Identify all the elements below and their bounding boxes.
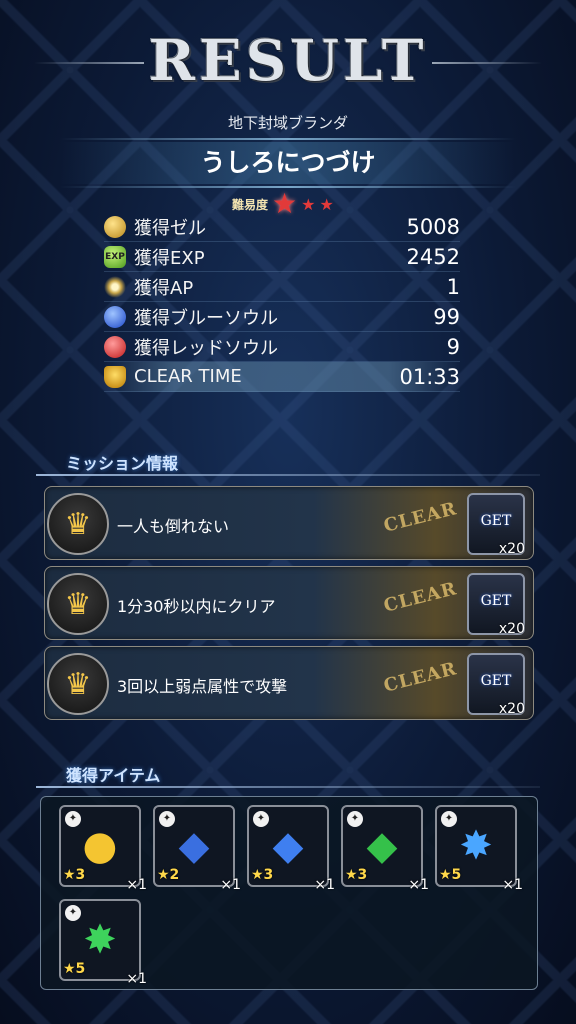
reward-value: 01:33	[399, 364, 460, 389]
item-rarity: ★3	[345, 867, 368, 883]
item-quantity: ×1	[408, 877, 429, 893]
item-slot[interactable]: ✦ ● ★3 ×1	[59, 805, 147, 893]
reward-label: 獲得ゼル	[134, 217, 206, 239]
reward-value: 1	[446, 274, 460, 299]
item-rarity: ★5	[63, 961, 86, 977]
reward-label: 獲得AP	[134, 277, 194, 299]
item-quantity: ×1	[126, 971, 147, 987]
ap-icon	[104, 275, 126, 298]
get-label: GET	[480, 673, 512, 689]
reward-row-blue-soul: 獲得ブルーソウル 99	[104, 302, 460, 332]
missions-section-line	[36, 474, 540, 476]
item-slot[interactable]: ✦ ✸ ★5 ×1	[435, 805, 523, 893]
items-panel: ✦ ● ★3 ×1 ✦ ◆ ★2 ×1 ✦ ◆ ★3 ×1 ✦ ◆ ★3 ×1 …	[40, 796, 538, 990]
item-rarity: ★5	[439, 867, 462, 883]
green-crystal-cluster-icon: ✸	[83, 917, 117, 963]
mission-reward-get-button[interactable]: GET x20	[467, 653, 525, 717]
blue-soul-icon	[104, 305, 126, 328]
item-rarity: ★2	[157, 867, 180, 883]
item-quantity: ×1	[502, 877, 523, 893]
green-crystal-icon: ◆	[366, 823, 398, 869]
quest-name: うしろにつづけ	[60, 142, 516, 184]
mission-reward-get-button[interactable]: GET x20	[467, 493, 525, 557]
items-section-line	[36, 786, 540, 788]
star-icon: ★	[319, 194, 334, 214]
mission-reward-get-button[interactable]: GET x20	[467, 573, 525, 637]
reward-value: 99	[433, 304, 460, 329]
crown-icon: ♛	[47, 573, 109, 635]
mission-text: 一人も倒れない	[117, 517, 230, 536]
reward-row-ap: 獲得AP 1	[104, 272, 460, 302]
item-slot[interactable]: ✦ ◆ ★3 ×1	[247, 805, 335, 893]
difficulty-label: 難易度	[232, 197, 269, 212]
gil-coin-icon	[104, 215, 126, 238]
reward-row-gil: 獲得ゼル 5008	[104, 212, 460, 242]
reward-count: x20	[498, 621, 525, 637]
area-name: 地下封域ブランダ	[227, 114, 348, 132]
item-slot[interactable]: ✦ ✸ ★5 ×1	[59, 899, 147, 987]
mission-card: ♛ 1分30秒以内にクリア CLEAR GET x20	[44, 566, 534, 640]
reward-label: CLEAR TIME	[134, 366, 242, 387]
mission-text: 3回以上弱点属性で攻撃	[117, 677, 288, 696]
items-section-title: 獲得アイテム	[66, 766, 161, 785]
golden-apple-icon: ●	[82, 823, 118, 869]
missions-section-title: ミッション情報	[66, 454, 179, 473]
exp-icon: EXP	[104, 245, 126, 268]
blue-crystal-icon: ◆	[272, 823, 304, 869]
crown-icon: ♛	[47, 493, 109, 555]
mission-clear-stamp: CLEAR	[381, 578, 460, 617]
blue-crystal-icon: ◆	[178, 823, 210, 869]
reward-list: 獲得ゼル 5008 EXP 獲得EXP 2452 獲得AP 1 獲得ブルーソウル…	[104, 212, 460, 392]
reward-label: 獲得ブルーソウル	[134, 307, 278, 329]
red-soul-icon	[104, 335, 126, 358]
blue-crystal-cluster-icon: ✸	[459, 823, 493, 869]
mission-text: 1分30秒以内にクリア	[117, 597, 276, 616]
mission-clear-stamp: CLEAR	[381, 658, 460, 697]
crown-icon: ♛	[47, 653, 109, 715]
item-slot[interactable]: ✦ ◆ ★2 ×1	[153, 805, 241, 893]
item-quantity: ×1	[126, 877, 147, 893]
mission-clear-stamp: CLEAR	[381, 498, 460, 537]
item-quantity: ×1	[220, 877, 241, 893]
get-label: GET	[480, 513, 512, 529]
get-label: GET	[480, 593, 512, 609]
reward-row-red-soul: 獲得レッドソウル 9	[104, 332, 460, 362]
mission-card: ♛ 3回以上弱点属性で攻撃 CLEAR GET x20	[44, 646, 534, 720]
item-rarity: ★3	[251, 867, 274, 883]
result-title: RESULT	[148, 28, 428, 94]
mission-card: ♛ 一人も倒れない CLEAR GET x20	[44, 486, 534, 560]
item-slot[interactable]: ✦ ◆ ★3 ×1	[341, 805, 429, 893]
star-icon: ★	[301, 194, 316, 214]
item-quantity: ×1	[314, 877, 335, 893]
reward-row-clear-time: CLEAR TIME 01:33	[104, 362, 460, 392]
reward-value: 9	[446, 334, 460, 359]
trophy-icon	[104, 365, 126, 388]
reward-count: x20	[498, 701, 525, 717]
reward-value: 5008	[406, 214, 460, 239]
item-rarity: ★3	[63, 867, 86, 883]
reward-row-exp: EXP 獲得EXP 2452	[104, 242, 460, 272]
divider-top	[60, 138, 516, 140]
reward-value: 2452	[406, 244, 460, 269]
reward-label: 獲得EXP	[134, 247, 205, 269]
reward-count: x20	[498, 541, 525, 557]
reward-label: 獲得レッドソウル	[134, 337, 278, 359]
